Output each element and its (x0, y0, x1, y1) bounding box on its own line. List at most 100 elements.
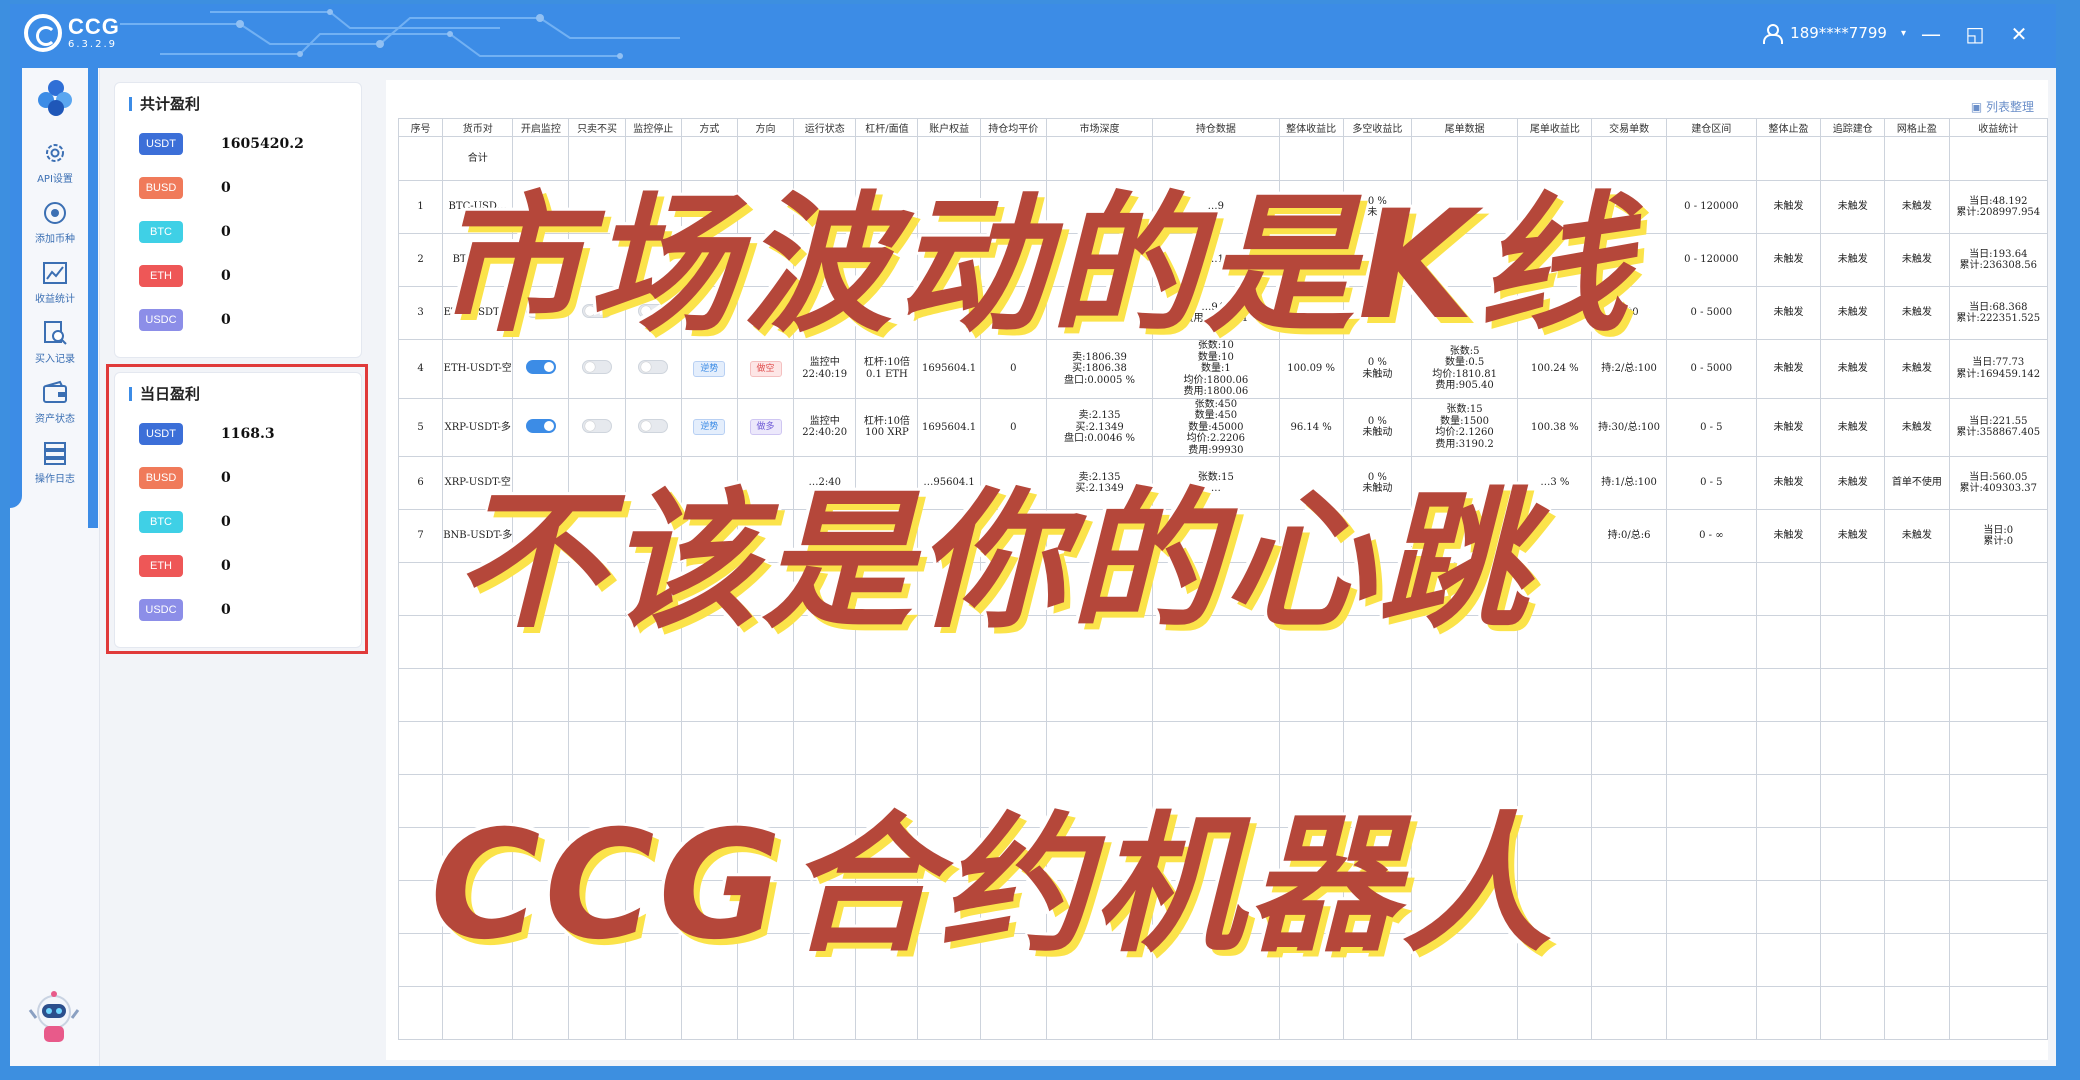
column-header: 运行状态 (793, 118, 857, 137)
direction-tag: 做多 (749, 419, 782, 436)
monitor-toggle-on[interactable] (525, 360, 556, 374)
app-logo: CCG 6.3.2.9 (24, 14, 120, 52)
toggle-off[interactable] (582, 360, 613, 374)
table-cell (1820, 986, 1886, 1040)
table-cell (1665, 986, 1757, 1040)
column-header: 市场深度 (1045, 118, 1154, 137)
window-controls: — ◱ ✕ (1920, 22, 2030, 46)
table-cell (568, 986, 626, 1040)
column-header: 只卖不买 (568, 118, 626, 137)
maximize-button[interactable]: ◱ (1964, 22, 1986, 46)
column-header: 监控停止 (624, 118, 682, 137)
table-cell (855, 986, 919, 1040)
title-bar: CCG 6.3.2.9 189****7799 ▾ — ◱ ✕ (10, 4, 2056, 68)
table-cell (1517, 668, 1593, 722)
table-cell (1045, 986, 1154, 1040)
table-cell (1884, 668, 1950, 722)
sidebar-item-label: 资产状态 (35, 413, 75, 425)
table-header: 序号 货币对 开启监控 只卖不买 监控停止 方式 方向 运行状态 杠杆/面值 账户权益 持仓均平价市… (397, 118, 2049, 137)
table-cell (855, 668, 919, 722)
column-header: 方向 (736, 118, 795, 137)
list-arrange-link[interactable]: ▣ 列表整理 (1971, 98, 2034, 115)
column-header: 整体收益比 (1278, 118, 1344, 137)
column-header: 货币对 (442, 118, 514, 137)
table-cell (680, 668, 738, 722)
table-cell (979, 986, 1047, 1040)
table-cell (917, 668, 981, 722)
table-cell (793, 668, 857, 722)
minimize-button[interactable]: — (1920, 22, 1942, 46)
column-header: 持仓数据 (1152, 118, 1280, 137)
table-cell (397, 986, 444, 1040)
table-cell (1884, 986, 1950, 1040)
column-header: 交易单数 (1591, 118, 1667, 137)
column-header: 方式 (680, 118, 738, 137)
chevron-down-icon: ▾ (1900, 27, 1906, 39)
column-header: 序号 (397, 118, 444, 137)
column-header: 持仓均平价 (979, 118, 1047, 137)
user-menu[interactable]: 189****7799 ▾ (1762, 24, 1906, 44)
column-header: 建仓区间 (1665, 118, 1757, 137)
user-phone: 189****7799 (1790, 24, 1887, 42)
table-cell (736, 668, 795, 722)
table-cell (917, 986, 981, 1040)
column-header: 整体止盈 (1755, 118, 1822, 137)
table-cell (680, 986, 738, 1040)
table-cell (1410, 986, 1519, 1040)
toggle-off[interactable] (638, 418, 669, 433)
table-cell (1591, 986, 1667, 1040)
column-header: 开启监控 (512, 118, 570, 137)
overlay-headline-1: 市场波动的是K线 (433, 179, 1633, 353)
table-cell (1591, 668, 1667, 722)
wallet-icon (43, 380, 67, 403)
table-cell (397, 668, 444, 722)
table-cell (1152, 986, 1280, 1040)
table-cell (1948, 668, 2049, 722)
table-cell (1342, 668, 1412, 722)
column-header: 尾单收益比 (1517, 118, 1593, 137)
table-cell (1517, 986, 1593, 1040)
table-cell (1152, 668, 1280, 722)
column-header: 追踪建仓 (1820, 118, 1886, 137)
table-cell (624, 668, 682, 722)
table-cell (1278, 668, 1344, 722)
table-cell (979, 668, 1047, 722)
column-header: 网格止盈 (1884, 118, 1950, 137)
column-header: 多空收益比 (1342, 118, 1412, 137)
table-cell (512, 986, 570, 1040)
toggle-off[interactable] (582, 418, 613, 433)
column-header: 收益统计 (1948, 118, 2049, 137)
table-cell (1342, 986, 1412, 1040)
table-cell (1948, 986, 2049, 1040)
table-cell (1278, 986, 1344, 1040)
empty-row (397, 668, 2049, 722)
table-cell (624, 986, 682, 1040)
table-cell (568, 668, 626, 722)
panel-title: 共计盈利 (129, 97, 200, 112)
table-cell (1755, 668, 1822, 722)
app-window: CCG 6.3.2.9 189****7799 ▾ — ◱ ✕ API设置 添加… (10, 4, 2056, 1066)
mode-tag: 逆势 (693, 360, 726, 377)
sidebar-item-asset-status[interactable]: 资产状态 (24, 372, 86, 432)
logo-icon (24, 14, 62, 52)
table-cell (1820, 668, 1886, 722)
column-header: 杠杆/面值 (855, 118, 919, 137)
circuit-decoration (120, 9, 680, 59)
table-cell (442, 986, 514, 1040)
column-header: 尾单数据 (1410, 118, 1519, 137)
robot-mascot-icon (28, 991, 80, 1042)
overlay-headline-2: 不该是你的心跳 (453, 475, 1532, 649)
toggle-off[interactable] (638, 360, 669, 374)
table-cell (512, 668, 570, 722)
overlay-headline-3: CCG合约机器人 (430, 799, 1556, 973)
table-cell (1045, 668, 1154, 722)
panel-title: 当日盈利 (129, 387, 200, 402)
user-icon (1762, 24, 1784, 44)
table-cell (1755, 986, 1822, 1040)
app-name: CCG (68, 14, 120, 39)
app-version: 6.3.2.9 (68, 39, 117, 50)
monitor-toggle-on[interactable] (525, 418, 556, 433)
table-cell (793, 986, 857, 1040)
close-button[interactable]: ✕ (2008, 22, 2030, 46)
direction-tag: 做空 (749, 360, 782, 377)
